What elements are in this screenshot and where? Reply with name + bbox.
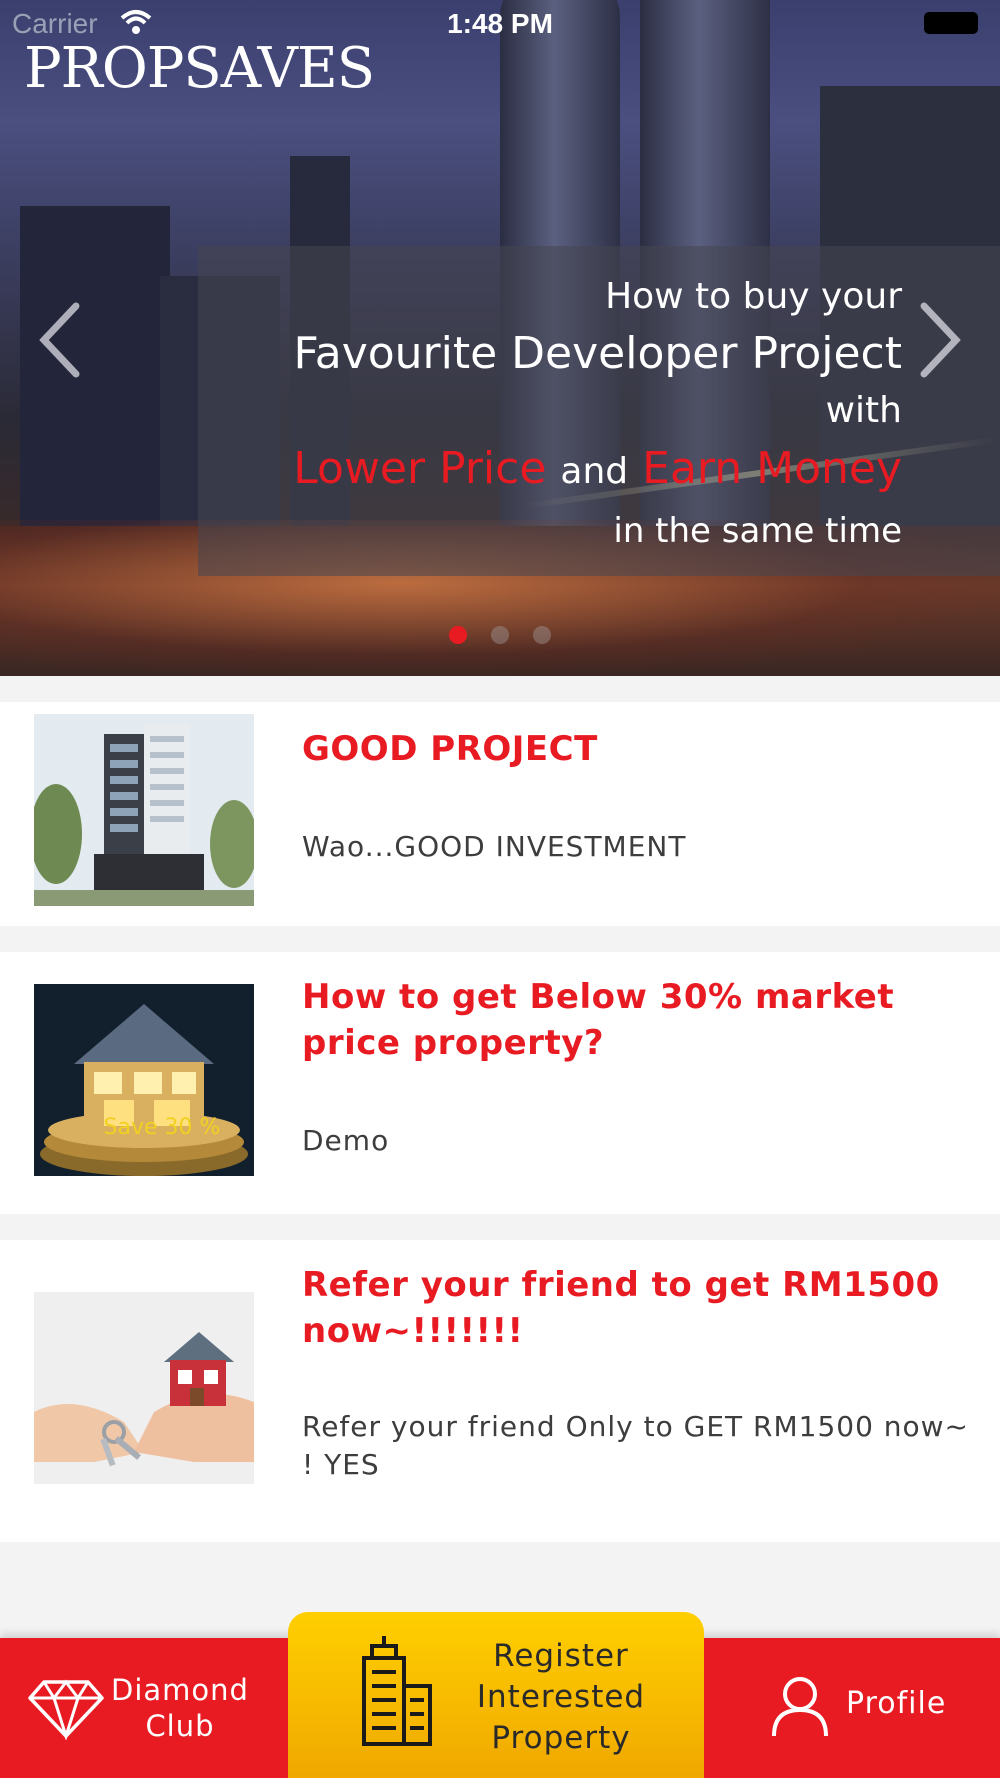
hero-line-1: How to buy your bbox=[605, 276, 902, 317]
hero-line-3: with bbox=[825, 390, 902, 431]
hero-and: and bbox=[560, 451, 629, 492]
building-photo bbox=[34, 714, 254, 906]
chevron-left-icon[interactable] bbox=[36, 300, 82, 380]
building-photo-art bbox=[34, 714, 254, 906]
hands-keys-house-art bbox=[34, 1292, 254, 1484]
carousel-dot[interactable] bbox=[491, 626, 509, 644]
carousel-dots[interactable] bbox=[0, 626, 1000, 648]
register-interested-property-button[interactable]: Register Interested Property bbox=[288, 1612, 704, 1778]
save-badge: Save 30 % bbox=[104, 1115, 221, 1140]
hands-keys-house-photo bbox=[34, 1292, 254, 1484]
card-description: Refer your friend Only to GET RM1500 now… bbox=[302, 1410, 970, 1481]
hero-line-5: in the same time bbox=[613, 511, 902, 551]
hero-line-4: Lower Price and Earn Money bbox=[142, 438, 902, 503]
hero-line-2: Favourite Developer Project bbox=[293, 328, 902, 379]
tab-profile[interactable]: Profile bbox=[720, 1638, 1000, 1778]
hero-highlight-lower-price: Lower Price bbox=[293, 443, 547, 494]
chevron-right-icon[interactable] bbox=[918, 300, 964, 380]
card-title[interactable]: How to get Below 30% market price proper… bbox=[302, 974, 972, 1066]
card-title[interactable]: Refer your friend to get RM1500 now~!!!!… bbox=[302, 1262, 972, 1354]
user-icon bbox=[772, 1677, 828, 1737]
register-label-line-2: Interested bbox=[476, 1679, 646, 1715]
news-card[interactable]: Save 30 % How to get Below 30% market pr… bbox=[0, 952, 1000, 1214]
tab-diamond-label: Diamond Club bbox=[100, 1672, 260, 1744]
card-title[interactable]: GOOD PROJECT bbox=[302, 726, 972, 772]
news-card[interactable]: Refer your friend to get RM1500 now~!!!!… bbox=[0, 1240, 1000, 1542]
card-description: Wao...GOOD INVESTMENT bbox=[302, 830, 687, 863]
register-button-label: Register Interested Property bbox=[436, 1636, 686, 1759]
news-card[interactable]: GOOD PROJECT Wao...GOOD INVESTMENT bbox=[0, 702, 1000, 926]
hero-headline: How to buy your Favourite Developer Proj… bbox=[142, 270, 902, 559]
building-icon bbox=[362, 1636, 432, 1746]
house-on-coins-art: Save 30 % bbox=[34, 984, 254, 1176]
tab-diamond-club[interactable]: Diamond Club bbox=[0, 1638, 285, 1778]
battery-icon bbox=[924, 12, 978, 34]
card-description: Demo bbox=[302, 1124, 390, 1157]
tab-profile-label: Profile bbox=[846, 1686, 947, 1721]
house-on-coins-photo: Save 30 % bbox=[34, 984, 254, 1176]
register-label-line-3: Property bbox=[491, 1720, 631, 1756]
hero-highlight-earn-money: Earn Money bbox=[642, 443, 902, 494]
hero-banner[interactable]: Carrier 1:48 PM PROPSAVES How to buy you… bbox=[0, 0, 1000, 676]
register-label-line-1: Register bbox=[493, 1638, 629, 1674]
tab-diamond-label-line-1: Diamond bbox=[111, 1673, 249, 1707]
tab-diamond-label-line-2: Club bbox=[145, 1709, 215, 1743]
carousel-dot[interactable] bbox=[449, 626, 467, 644]
diamond-icon bbox=[28, 1679, 104, 1740]
brand-logo: PROPSAVES bbox=[24, 36, 375, 101]
carousel-dot[interactable] bbox=[533, 626, 551, 644]
